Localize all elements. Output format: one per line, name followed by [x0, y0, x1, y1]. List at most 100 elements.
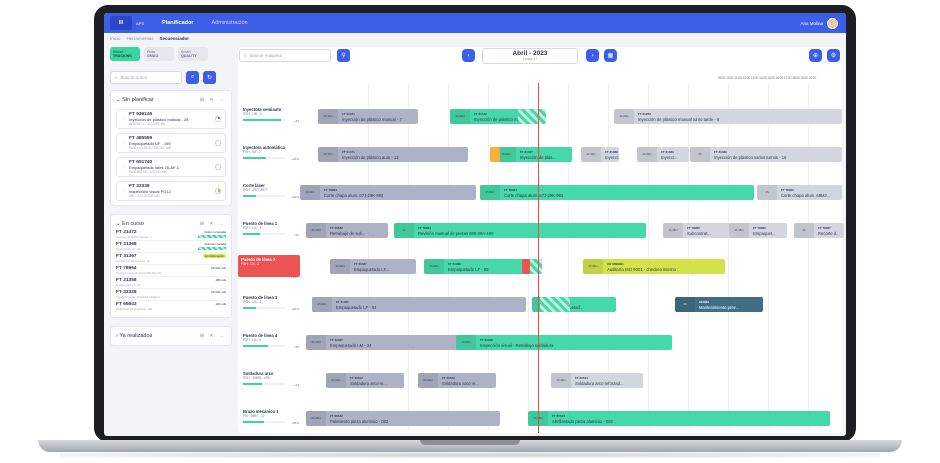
- order-search-input[interactable]: ⌕ Buscar orden: [110, 71, 182, 84]
- list-item[interactable]: FT 21368 Empaquetado LF - 58 Solución para…: [116, 241, 226, 253]
- progress-stripe: [198, 235, 226, 238]
- app-logo[interactable]: III: [110, 16, 132, 30]
- task-duration: 3h 20m: [424, 259, 444, 274]
- calendar-button[interactable]: ▦: [604, 49, 617, 62]
- mode-smart-quality[interactable]: Smart QUALITY: [178, 47, 208, 61]
- task-duration: 1h 20m: [637, 147, 657, 162]
- unplanned-header[interactable]: ⌄ Sin planificar ⊞ ✕ →: [116, 95, 226, 105]
- gantt-task-block[interactable]: 2h FT 78965 Corte chapa alum. 68MJ...: [757, 185, 842, 200]
- list-item[interactable]: FT 31367 Inyección de plástico auto - 12 E…: [116, 253, 226, 265]
- done-header[interactable]: › Ya realizados ⊞ ✕ →: [116, 331, 226, 341]
- drag-handle-icon[interactable]: ⋮⋮: [121, 116, 131, 122]
- gantt-task-block[interactable]: 2h 101959 Mantenimiento prev...: [675, 297, 763, 312]
- task-duration: 1h 30m: [318, 147, 338, 162]
- job-card[interactable]: ⋮⋮ FT 485559 Empaquetado UF - 199 EMB KX…: [116, 133, 226, 153]
- grid-line: [728, 83, 729, 429]
- gantt-task-block[interactable]: 3h 20m FT 21368 Empaquetado LF - 58: [424, 259, 532, 274]
- gantt-task-block[interactable]: 1h 15m FT 78965 Subcontrat...: [663, 223, 731, 238]
- load-percent: +15%: [291, 307, 299, 311]
- status-badge: En fabricación: [202, 254, 226, 258]
- gantt-task-block[interactable]: 2h FT 78967 Recorte d...: [794, 223, 844, 238]
- card-tools[interactable]: ⊞ ✕ →: [200, 333, 226, 339]
- gantt-task-block[interactable]: 1h 15m FT 78966 Empaquet...: [729, 223, 787, 238]
- machine-row-label[interactable]: Puesto de línea 4 PSH - LN - 4 +30: [243, 333, 303, 349]
- task-text: FT 31367 Inyección de plás...: [516, 150, 556, 160]
- gantt-task-block[interactable]: 1h 30m FT 21471 Inyección de plástico auto…: [318, 147, 468, 162]
- refresh-button[interactable]: ↻: [203, 71, 216, 84]
- task-label: Inyecci...: [605, 154, 619, 160]
- card-tools[interactable]: ⊞ ✕ →: [200, 97, 226, 103]
- drag-handle-icon[interactable]: ⋮⋮: [121, 140, 131, 146]
- gantt-task-block[interactable]: 2h FT 31369 Inyección de plástico varios t…: [690, 147, 842, 162]
- gantt-task-block[interactable]: 2h 22m FT 60513 Soldadura arco re...: [418, 373, 496, 388]
- nav-planificador[interactable]: Planificador: [162, 20, 193, 26]
- gantt-task-block[interactable]: 3h 20m AD 0009001 Auditoría ISO 9001 - che…: [583, 259, 725, 274]
- breadcrumb-item[interactable]: Inicio: [110, 36, 121, 41]
- machine-row-label[interactable]: Inyectora semiauto PSH - UR - 3 +34: [243, 107, 303, 123]
- gantt-task-block[interactable]: 1h 10m FT 60514 Soldadura arco reforzad...: [551, 373, 643, 388]
- mode-switcher: Visual TRACKING Flota GMAO Smart QUALITY: [110, 47, 232, 61]
- gantt-task-block[interactable]: 1h 20m FT 21250 Inyección de plástico manu…: [614, 109, 842, 124]
- task-label: Corte chapa alum. 67J-29K-993: [504, 192, 564, 198]
- in-progress-header[interactable]: ⌄ En curso ⊞ ✕ →: [116, 219, 226, 229]
- search-button[interactable]: ⌕: [186, 71, 199, 84]
- gantt-task-block[interactable]: 1h 10m FT 31367 Inyección de plás...: [496, 147, 572, 162]
- task-text: FT 78967 Recorte d...: [814, 226, 840, 236]
- filter-button[interactable]: ⚲: [337, 49, 350, 62]
- list-item[interactable]: FT 33328 Inspección visual - Retrabajo so…: [116, 289, 226, 301]
- in-progress-card: ⌄ En curso ⊞ ✕ → FT 21472 Inyección de pl…: [110, 214, 232, 318]
- prev-day-button[interactable]: ‹: [462, 49, 475, 62]
- gantt-task-block[interactable]: 2h FT 78964 Revisión manual de piezas 080-…: [394, 223, 646, 238]
- machine-row-label[interactable]: Inyectora automática PSH - IM - 2 +24%: [243, 145, 303, 161]
- card-tools[interactable]: ⊞ ✕ →: [200, 221, 226, 227]
- gantt-task-block[interactable]: 3h 30m FT 78964 Corte chapa alum. 67J-29K-…: [480, 185, 754, 200]
- progress-pie-icon: [215, 140, 221, 146]
- job-card[interactable]: ⋮⋮ FT 651740 Empaquetado lotes 75-AF-1 E…: [116, 157, 226, 177]
- gantt-task-block[interactable]: 4h 15m FT 65643 Abrillantado pieza alumini…: [528, 411, 830, 426]
- gantt-task-block[interactable]: 4h 10m FT 21357 Empaquetado LF - 64: [312, 297, 526, 312]
- gantt-task-block[interactable]: 1h 20m FT 31369 Inyecci...: [637, 147, 689, 162]
- machine-row-label[interactable]: Soldadura arco PSH - 10830 - 475 +24: [243, 371, 303, 387]
- job-card[interactable]: ⋮⋮ FT 536145 Inyección de plástico manua…: [116, 109, 226, 129]
- machine-search-input[interactable]: ⌕ Buscar máquina: [239, 49, 331, 62]
- gantt-task-block[interactable]: 2h 22m FT 60512 Soldadura arco re...: [326, 373, 404, 388]
- gantt-task-block[interactable]: 1h 10mFT 31368Inyecci...: [581, 147, 619, 162]
- task-text: FT 31369 Inyección de plástico varios tur…: [710, 150, 786, 160]
- mode-flota-gmao[interactable]: Flota GMAO: [144, 47, 174, 61]
- add-user-button[interactable]: ⊕: [809, 49, 822, 62]
- task-duration: 2h: [394, 223, 414, 238]
- gantt-task-block[interactable]: 3h 30m FT 78964 Corte chapa alum. 67J-29K-…: [300, 185, 476, 200]
- search-icon: ⌕: [244, 53, 247, 58]
- task-text: FT 33328 Inspección visual - Retrabajo so…: [476, 338, 553, 348]
- job-card[interactable]: ⋮⋮ FT 33339 Inspección visual PO12 INP 1…: [116, 181, 226, 201]
- gantt-task-block[interactable]: 1h 30m FT 21367 Empaquetado LF...: [330, 259, 416, 274]
- settings-button[interactable]: ⚙: [827, 49, 840, 62]
- list-item[interactable]: FT 21358 Empaquetado LF - 64 180 uds: [116, 277, 226, 289]
- task-duration: 2h: [690, 147, 710, 162]
- mode-visual-tracking[interactable]: Visual TRACKING: [110, 47, 140, 61]
- breadcrumb-item[interactable]: Herramientas: [127, 36, 154, 41]
- machine-row-label[interactable]: Puesto de línea 2 PSH - LN - 2 +32: [238, 255, 300, 279]
- machine-row-label[interactable]: Puesto de línea 3 PSH - LN - 3 +15%: [243, 295, 303, 311]
- list-item[interactable]: FT 78964 Revisión manual de piezas 080-29…: [116, 265, 226, 277]
- machine-row-label[interactable]: Puesto de línea 1 PSH - LN - 1 +22: [243, 221, 303, 237]
- list-item[interactable]: FT 21472 Inyección de plástico manual - 7…: [116, 229, 226, 241]
- laptop-notch: [420, 440, 520, 445]
- gantt-task-block[interactable]: 1h 10m FT 33328 Inspección visual - Retrab…: [456, 335, 672, 350]
- task-label: Abrillantado pieza aluminio - 093: [552, 418, 613, 424]
- date-selector[interactable]: Abril - 2023 Lunes 17: [482, 48, 578, 64]
- gantt-task-block[interactable]: 4h 15m FT 65642 Pulimiento pieza aluminio …: [306, 411, 500, 426]
- load-bar: [243, 345, 285, 347]
- machine-row-label[interactable]: Brazo mecánico 1 PSI - 8997 - 72 +25%: [243, 409, 303, 425]
- next-day-button[interactable]: ›: [586, 49, 599, 62]
- user-menu[interactable]: Ana Molina: [800, 17, 838, 29]
- drag-handle-icon[interactable]: ⋮⋮: [121, 188, 131, 194]
- machine-row-label[interactable]: Corte láser PSH - 2977-5577 +21%: [243, 183, 303, 199]
- gantt-task-block[interactable]: 4h 10m FT 06632 Retrabajo de sub...: [306, 223, 388, 238]
- drag-handle-icon[interactable]: ⋮⋮: [121, 164, 131, 170]
- list-item[interactable]: FT 65643 Abrillantado pieza aluminio - 09…: [116, 301, 226, 313]
- task-text: FT 21250 Inyección de plástico manual tur…: [634, 112, 719, 122]
- gantt-task-block[interactable]: 1h 30m FT 21471 Inyección de plástico manu…: [318, 109, 418, 124]
- machine-code: PSH - LN - 4: [243, 338, 262, 342]
- nav-administracion[interactable]: Administración: [212, 20, 248, 26]
